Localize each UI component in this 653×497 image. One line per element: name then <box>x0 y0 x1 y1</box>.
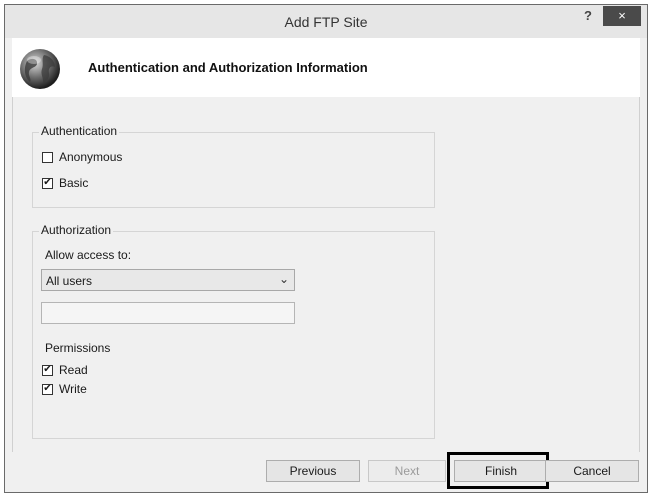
write-checkbox-box[interactable]: ✔ <box>42 383 53 395</box>
read-label: Read <box>59 363 88 377</box>
basic-checkbox-box[interactable]: ✔ <box>42 177 53 189</box>
basic-label: Basic <box>59 176 89 190</box>
close-button[interactable]: × <box>603 6 641 26</box>
wizard-header: Authentication and Authorization Informa… <box>12 38 640 98</box>
window-title: Add FTP Site <box>284 14 368 30</box>
wizard-footer: Previous Next Finish Cancel <box>5 452 647 492</box>
allow-access-select[interactable]: All users ⌄ <box>41 269 295 291</box>
read-checkbox-box[interactable]: ✔ <box>42 364 53 376</box>
title-bar[interactable]: Add FTP Site ? × <box>5 5 647 38</box>
allow-access-label: Allow access to: <box>45 248 132 262</box>
anonymous-label: Anonymous <box>59 150 123 164</box>
dialog-window: Add FTP Site ? × Authentication and Auth… <box>4 4 648 493</box>
authorization-legend: Authorization <box>39 223 114 237</box>
chevron-down-icon[interactable]: ⌄ <box>279 272 289 286</box>
write-checkbox[interactable]: ✔ Write <box>42 382 87 396</box>
authorization-group: Authorization Allow access to: All users… <box>32 223 435 439</box>
anonymous-checkbox-box[interactable] <box>42 151 53 163</box>
globe-icon <box>20 49 60 89</box>
cancel-button[interactable]: Cancel <box>545 460 639 482</box>
previous-button[interactable]: Previous <box>266 460 360 482</box>
permissions-label: Permissions <box>45 341 111 355</box>
authentication-group: Authentication Anonymous ✔ Basic <box>32 124 435 208</box>
help-button[interactable]: ? <box>575 6 601 26</box>
wizard-content: Authentication Anonymous ✔ Basic Authori… <box>12 97 640 452</box>
write-label: Write <box>59 382 87 396</box>
read-checkbox[interactable]: ✔ Read <box>42 363 88 377</box>
page-title: Authentication and Authorization Informa… <box>88 60 368 75</box>
authentication-legend: Authentication <box>39 124 120 138</box>
next-button[interactable]: Next <box>368 460 446 482</box>
allow-access-value: All users <box>46 274 93 288</box>
basic-checkbox[interactable]: ✔ Basic <box>42 176 88 190</box>
anonymous-checkbox[interactable]: Anonymous <box>42 150 122 164</box>
finish-button[interactable]: Finish <box>454 460 548 482</box>
users-input[interactable] <box>41 302 295 324</box>
